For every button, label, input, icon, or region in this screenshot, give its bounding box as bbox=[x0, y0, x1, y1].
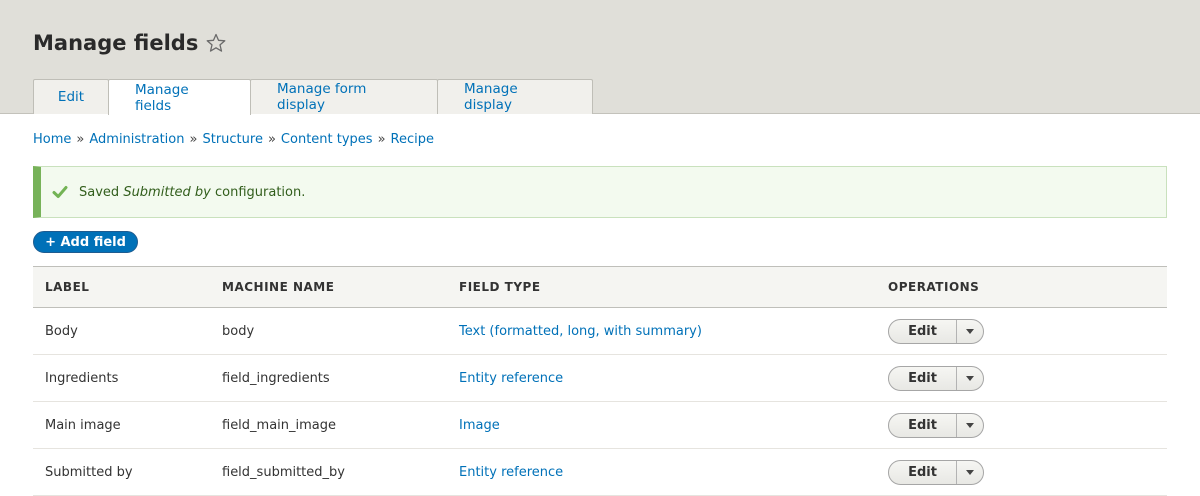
table-row: Main image field_main_image Image Edit bbox=[33, 402, 1167, 449]
page-title: Manage fields bbox=[33, 31, 226, 55]
checkmark-icon bbox=[51, 183, 69, 201]
field-label: Main image bbox=[45, 417, 121, 433]
field-machine-name: field_main_image bbox=[222, 417, 337, 433]
breadcrumb-separator: » bbox=[377, 132, 386, 147]
breadcrumb-recipe[interactable]: Recipe bbox=[391, 132, 434, 147]
message-emphasis: Submitted by bbox=[123, 184, 211, 200]
breadcrumb-separator: » bbox=[189, 132, 198, 147]
fields-table: LABEL MACHINE NAME FIELD TYPE OPERATIONS… bbox=[33, 266, 1167, 496]
operations-toggle[interactable] bbox=[957, 461, 983, 484]
status-message: Saved Submitted by configuration. bbox=[33, 166, 1167, 218]
tab-edit[interactable]: Edit bbox=[33, 79, 109, 114]
breadcrumb-structure[interactable]: Structure bbox=[202, 132, 262, 147]
primary-tabs: Edit Manage fields Manage form display M… bbox=[33, 79, 593, 115]
column-header-field-type: FIELD TYPE bbox=[459, 280, 541, 294]
edit-button[interactable]: Edit bbox=[889, 319, 957, 343]
message-suffix: configuration. bbox=[215, 184, 306, 200]
status-message-text: Saved Submitted by configuration. bbox=[79, 185, 305, 200]
table-header: LABEL MACHINE NAME FIELD TYPE OPERATIONS bbox=[33, 266, 1167, 308]
field-label: Submitted by bbox=[45, 464, 133, 480]
operations-dropbutton: Edit bbox=[888, 318, 984, 344]
table-row: Ingredients field_ingredients Entity ref… bbox=[33, 355, 1167, 402]
table-row: Body body Text (formatted, long, with su… bbox=[33, 308, 1167, 355]
caret-down-icon bbox=[966, 422, 974, 428]
operations-toggle[interactable] bbox=[957, 414, 983, 437]
operations-toggle[interactable] bbox=[957, 367, 983, 390]
caret-down-icon bbox=[966, 375, 974, 381]
edit-button[interactable]: Edit bbox=[889, 460, 957, 484]
edit-button[interactable]: Edit bbox=[889, 366, 957, 390]
star-icon[interactable] bbox=[206, 33, 226, 53]
breadcrumb-separator: » bbox=[267, 132, 276, 147]
operations-dropbutton: Edit bbox=[888, 365, 984, 391]
caret-down-icon bbox=[966, 469, 974, 475]
column-header-operations: OPERATIONS bbox=[888, 280, 980, 294]
field-label: Body bbox=[45, 323, 78, 339]
field-label: Ingredients bbox=[45, 370, 119, 386]
page-header: Manage fields Edit Manage fields Manage … bbox=[0, 0, 1200, 115]
caret-down-icon bbox=[966, 328, 974, 334]
tab-manage-display[interactable]: Manage display bbox=[437, 79, 593, 114]
operations-dropbutton: Edit bbox=[888, 412, 984, 438]
field-type-link[interactable]: Entity reference bbox=[459, 465, 563, 480]
breadcrumb-separator: » bbox=[76, 132, 85, 147]
table-row: Submitted by field_submitted_by Entity r… bbox=[33, 449, 1167, 496]
tab-manage-fields[interactable]: Manage fields bbox=[108, 79, 251, 115]
field-machine-name: field_submitted_by bbox=[222, 464, 345, 480]
field-type-link[interactable]: Image bbox=[459, 418, 500, 433]
breadcrumb-content-types[interactable]: Content types bbox=[281, 132, 373, 147]
operations-toggle[interactable] bbox=[957, 320, 983, 343]
add-field-button[interactable]: + Add field bbox=[33, 231, 138, 253]
field-machine-name: body bbox=[222, 323, 255, 339]
column-header-machine-name: MACHINE NAME bbox=[222, 280, 335, 294]
operations-dropbutton: Edit bbox=[888, 459, 984, 485]
edit-button[interactable]: Edit bbox=[889, 413, 957, 437]
tab-manage-form-display[interactable]: Manage form display bbox=[250, 79, 438, 114]
field-type-link[interactable]: Entity reference bbox=[459, 371, 563, 386]
field-type-link[interactable]: Text (formatted, long, with summary) bbox=[459, 324, 702, 339]
page-title-text: Manage fields bbox=[33, 31, 199, 55]
breadcrumb-home[interactable]: Home bbox=[33, 132, 71, 147]
breadcrumb-administration[interactable]: Administration bbox=[89, 132, 184, 147]
breadcrumb: Home » Administration » Structure » Cont… bbox=[33, 132, 434, 147]
column-header-label: LABEL bbox=[45, 280, 90, 294]
message-prefix: Saved bbox=[79, 184, 120, 200]
field-machine-name: field_ingredients bbox=[222, 370, 330, 386]
